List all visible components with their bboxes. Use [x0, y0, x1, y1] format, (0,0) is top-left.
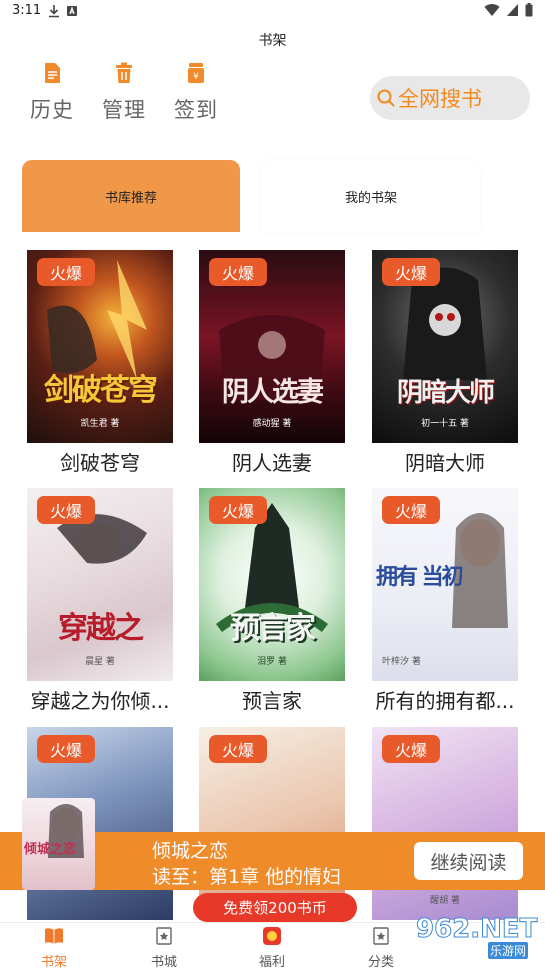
book-item[interactable]: 火爆	[199, 727, 345, 920]
free-coins-button[interactable]: 免费领200书币	[193, 893, 357, 922]
nav-label: 分类	[367, 955, 394, 968]
book-cover: 预言家 泪罗 著 火爆	[199, 488, 345, 681]
hot-badge: 火爆	[37, 496, 95, 524]
book-cover: 阴人选妻 感动猩 著 火爆	[199, 250, 345, 443]
book-cover: 醒胡 著 火爆	[372, 727, 518, 920]
nav-category[interactable]: 分类	[351, 927, 411, 968]
hot-badge: 火爆	[209, 496, 267, 524]
document-icon	[45, 63, 60, 83]
book-title: 剑破苍穹	[60, 451, 140, 475]
cover-author: 初一十五 著	[421, 419, 469, 429]
continue-reading-button[interactable]: 继续阅读	[414, 842, 523, 880]
book-item[interactable]: 阴暗大师 初一十五 著 火爆 阴暗大师	[372, 250, 518, 476]
site-watermark: 962.NET 乐游网	[412, 912, 544, 964]
nav-label: 书架	[40, 955, 67, 968]
checkin-label: 签到	[174, 98, 218, 122]
book-item[interactable]: 阴人选妻 感动猩 著 火爆 阴人选妻	[199, 250, 345, 476]
cover-author: 凯生君 著	[80, 419, 120, 429]
book-cover: 阴暗大师 初一十五 著 火爆	[372, 250, 518, 443]
cover-title: 穿越之	[58, 611, 144, 646]
hot-badge: 火爆	[37, 735, 95, 763]
cover-author: 感动猩 著	[252, 419, 292, 429]
hot-badge: 火爆	[37, 258, 95, 286]
continue-book-name: 倾城之恋	[152, 840, 229, 862]
wifi-icon	[484, 4, 500, 17]
hot-badge: 火爆	[382, 735, 440, 763]
status-bar: 3:11	[0, 0, 545, 24]
history-button[interactable]: 历史	[22, 62, 82, 124]
book-cover: 拥有 当初 叶梓汐 著 火爆	[372, 488, 518, 681]
download-icon	[49, 5, 59, 18]
search-all-books-button[interactable]: 全网搜书	[370, 76, 530, 120]
trash-icon	[116, 62, 132, 83]
manage-button[interactable]: 管理	[94, 62, 154, 124]
watermark-sub: 乐游网	[488, 942, 529, 959]
cover-title: 拥有 当初	[376, 564, 464, 590]
book-item[interactable]: 穿越之 晨星 著 火爆 穿越之为你倾...	[27, 488, 173, 714]
cover-author: 醒胡 著	[430, 896, 460, 906]
nav-bookshelf[interactable]: 书架	[24, 927, 84, 968]
book-title: 阴人选妻	[232, 451, 312, 475]
nav-welfare[interactable]: 福利	[242, 927, 302, 968]
nav-bookstore[interactable]: 书城	[134, 927, 194, 968]
hot-badge: 火爆	[382, 258, 440, 286]
continue-cover-title: 倾城之恋	[24, 842, 77, 857]
continue-book-cover[interactable]: 倾城之恋	[22, 798, 95, 890]
continue-progress: 读至：第1章 他的情妇	[152, 866, 342, 888]
gift-icon	[263, 927, 281, 945]
nav-label: 书城	[150, 955, 177, 968]
cover-title: 剑破苍穹	[44, 373, 158, 408]
nav-label: 福利	[258, 955, 285, 968]
status-time: 3:11	[12, 3, 42, 18]
battery-icon	[525, 3, 533, 17]
book-title: 穿越之为你倾...	[30, 689, 170, 713]
cover-title: 阴人选妻	[222, 377, 324, 408]
svg-text:¥: ¥	[193, 72, 199, 82]
cover-title: 阴暗大师	[396, 378, 495, 408]
search-icon	[377, 89, 395, 107]
book-item[interactable]: 剑破苍穹 凯生君 著 火爆 剑破苍穹	[27, 250, 173, 476]
book-cover: 穿越之 晨星 著 火爆	[27, 488, 173, 681]
cover-title: 预言家	[230, 611, 316, 646]
book-item[interactable]: 醒胡 著 火爆	[372, 727, 518, 920]
cover-author: 叶梓汐 著	[382, 657, 421, 667]
hot-badge: 火爆	[209, 258, 267, 286]
cover-author: 泪罗 著	[257, 657, 287, 667]
star-book-icon	[373, 927, 389, 945]
book-title: 所有的拥有都...	[375, 689, 515, 713]
book-cover: 火爆	[199, 727, 345, 920]
hot-badge: 火爆	[209, 735, 267, 763]
tab-my-shelf[interactable]: 我的书架	[262, 160, 480, 232]
book-title: 预言家	[242, 689, 302, 713]
hot-badge: 火爆	[382, 496, 440, 524]
tab-recommended[interactable]: 书库推荐	[22, 160, 240, 232]
search-label: 全网搜书	[398, 87, 482, 111]
book-item[interactable]: 预言家 泪罗 著 火爆 预言家	[199, 488, 345, 714]
app-notification-icon	[67, 6, 77, 16]
book-cover: 剑破苍穹 凯生君 著 火爆	[27, 250, 173, 443]
book-title: 阴暗大师	[405, 451, 485, 475]
cover-author: 晨星 著	[85, 657, 115, 667]
book-open-icon	[45, 928, 63, 944]
watermark-number: 962.NET	[415, 914, 538, 945]
signal-icon	[507, 4, 518, 16]
coin-jar-icon: ¥	[188, 63, 204, 83]
page-title: 书架	[258, 33, 287, 49]
manage-label: 管理	[102, 98, 146, 122]
book-item[interactable]: 拥有 当初 叶梓汐 著 火爆 所有的拥有都...	[372, 488, 518, 714]
star-book-icon	[156, 927, 172, 945]
history-label: 历史	[30, 98, 74, 122]
checkin-button[interactable]: ¥ 签到	[166, 62, 226, 124]
